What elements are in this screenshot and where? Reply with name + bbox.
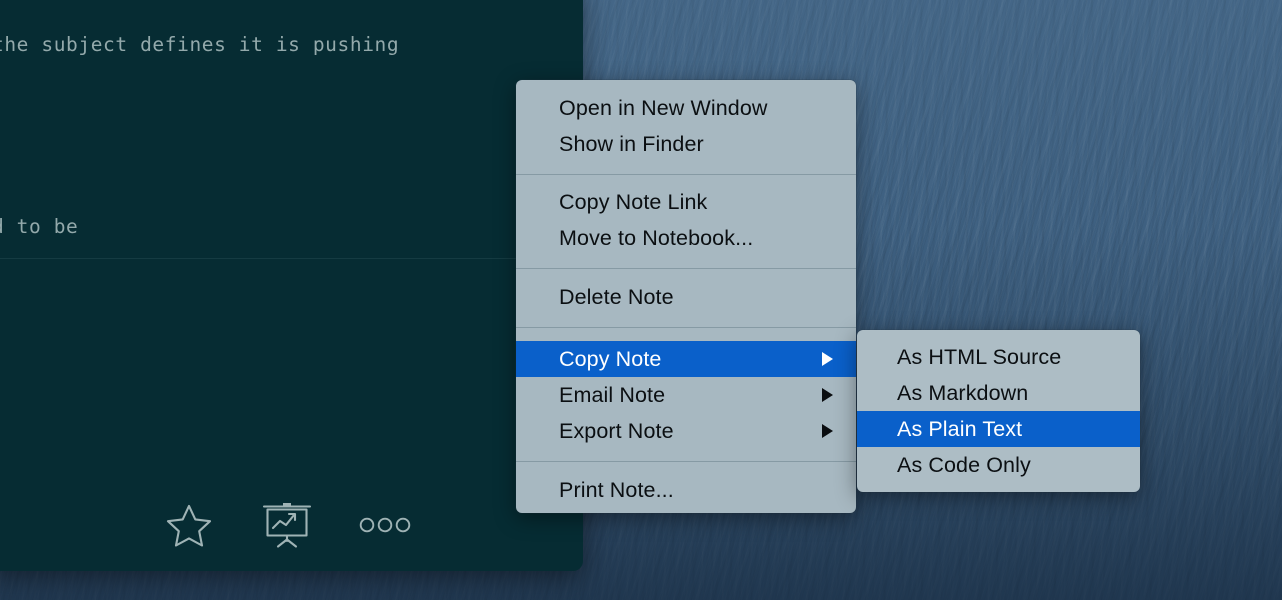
menu-item-label: Delete Note xyxy=(559,285,674,310)
submenu-item-label: As HTML Source xyxy=(897,345,1061,370)
note-editor-toolbar xyxy=(0,497,583,553)
menu-item-label: Export Note xyxy=(559,419,674,444)
menu-item-label: Print Note... xyxy=(559,478,674,503)
menu-top-padding xyxy=(516,80,856,90)
menu-group-spacer xyxy=(516,449,856,461)
menu-group-spacer xyxy=(516,315,856,327)
submenu-item-as-code-only[interactable]: As Code Only xyxy=(857,447,1140,483)
note-context-menu[interactable]: Open in New Window Show in Finder Copy N… xyxy=(516,80,856,513)
menu-item-label: Move to Notebook... xyxy=(559,226,753,251)
submenu-arrow-icon xyxy=(822,424,833,438)
menu-item-email-note[interactable]: Email Note xyxy=(516,377,856,413)
presentation-icon[interactable] xyxy=(259,501,315,549)
note-text-line-2: d to be xyxy=(0,215,78,238)
submenu-arrow-icon xyxy=(822,388,833,402)
menu-group-spacer xyxy=(516,162,856,174)
submenu-item-label: As Markdown xyxy=(897,381,1028,406)
menu-group-4: Copy Note Email Note Export Note xyxy=(516,341,856,449)
menu-item-move-to-notebook[interactable]: Move to Notebook... xyxy=(516,220,856,256)
more-options-icon[interactable] xyxy=(357,501,413,549)
submenu-item-as-plain-text[interactable]: As Plain Text xyxy=(857,411,1140,447)
submenu-top-padding xyxy=(857,330,1140,339)
note-text-line-1: the subject defines it is pushing xyxy=(0,33,399,56)
menu-group-2: Copy Note Link Move to Notebook... xyxy=(516,184,856,256)
menu-item-label: Show in Finder xyxy=(559,132,704,157)
note-editor-body[interactable]: the subject defines it is pushing d to b… xyxy=(0,0,583,571)
menu-item-print-note[interactable]: Print Note... xyxy=(516,472,856,508)
menu-item-label: Email Note xyxy=(559,383,665,408)
submenu-arrow-icon xyxy=(822,352,833,366)
menu-item-copy-note[interactable]: Copy Note xyxy=(516,341,856,377)
menu-item-delete-note[interactable]: Delete Note xyxy=(516,279,856,315)
menu-item-copy-note-link[interactable]: Copy Note Link xyxy=(516,184,856,220)
note-editor-window[interactable]: the subject defines it is pushing d to b… xyxy=(0,0,583,571)
menu-group-3: Delete Note xyxy=(516,279,856,315)
menu-group-spacer xyxy=(516,328,856,341)
submenu-item-as-html-source[interactable]: As HTML Source xyxy=(857,339,1140,375)
menu-item-show-in-finder[interactable]: Show in Finder xyxy=(516,126,856,162)
menu-item-label: Copy Note Link xyxy=(559,190,707,215)
menu-group-spacer xyxy=(516,256,856,268)
menu-group-1: Open in New Window Show in Finder xyxy=(516,90,856,162)
menu-group-spacer xyxy=(516,462,856,472)
menu-group-spacer xyxy=(516,269,856,279)
menu-group-spacer xyxy=(516,175,856,184)
screen: the subject defines it is pushing d to b… xyxy=(0,0,1282,600)
copy-note-submenu[interactable]: As HTML Source As Markdown As Plain Text… xyxy=(857,330,1140,492)
star-icon[interactable] xyxy=(161,501,217,549)
menu-item-label: Copy Note xyxy=(559,347,661,372)
submenu-item-label: As Plain Text xyxy=(897,417,1022,442)
submenu-item-as-markdown[interactable]: As Markdown xyxy=(857,375,1140,411)
menu-group-5: Print Note... xyxy=(516,472,856,508)
menu-item-export-note[interactable]: Export Note xyxy=(516,413,856,449)
submenu-item-label: As Code Only xyxy=(897,453,1031,478)
menu-item-label: Open in New Window xyxy=(559,96,768,121)
note-editor-divider xyxy=(0,258,571,259)
menu-item-open-in-new-window[interactable]: Open in New Window xyxy=(516,90,856,126)
